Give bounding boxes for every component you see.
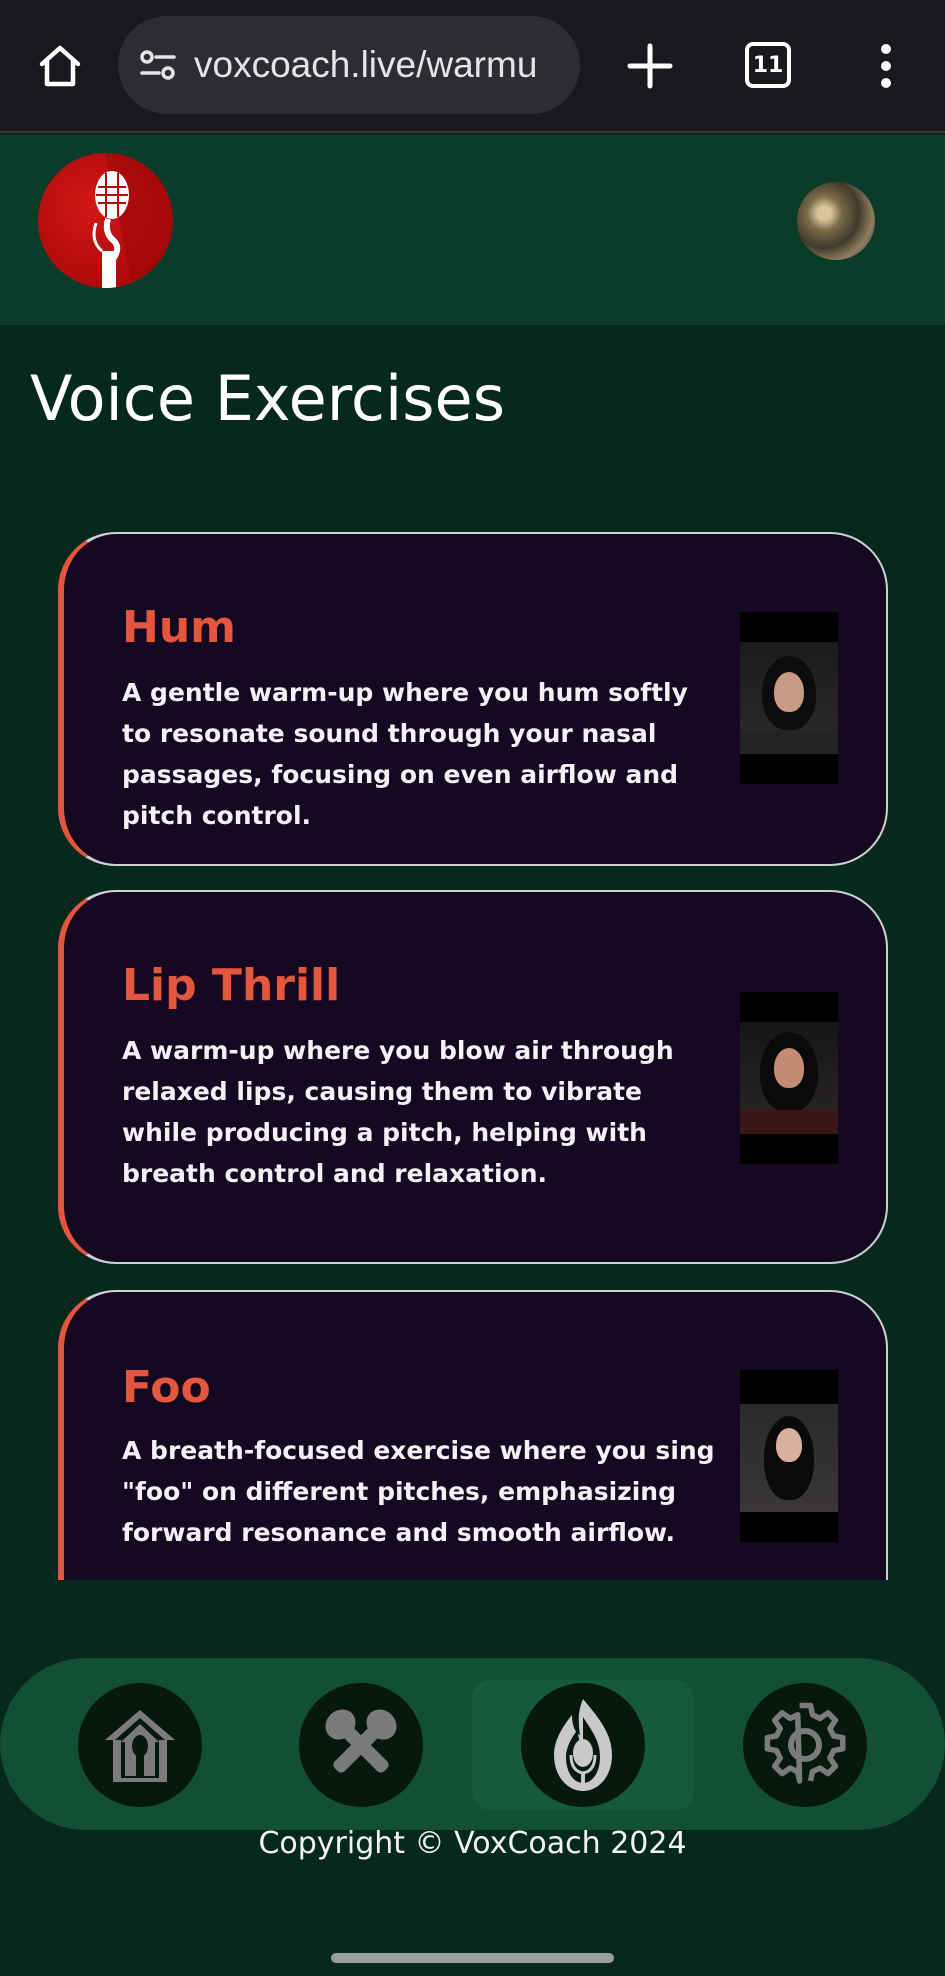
home-mic-icon (105, 1710, 175, 1782)
address-bar[interactable]: voxcoach.live/warmu (118, 16, 580, 114)
exercise-card-foo[interactable]: Foo A breath-focused exercise where you … (58, 1290, 888, 1580)
url-text[interactable]: voxcoach.live/warmu (194, 44, 537, 86)
app-header (0, 135, 945, 325)
exercise-video-thumbnail[interactable] (740, 992, 838, 1164)
microphone-logo-icon[interactable] (38, 153, 173, 288)
nav-settings-button[interactable] (743, 1683, 867, 1807)
exercise-video-thumbnail[interactable] (740, 1370, 838, 1542)
browser-toolbar: voxcoach.live/warmu 11 (0, 0, 945, 133)
exercise-title: Hum (122, 602, 236, 653)
exercise-description: A gentle warm-up where you hum softly to… (122, 678, 688, 830)
more-options-icon[interactable] (868, 36, 908, 96)
copyright-text: Copyright © VoxCoach 2024 (258, 1826, 687, 1861)
exercise-description: A warm-up where you blow air through rel… (122, 1036, 674, 1188)
nav-exercises-button[interactable] (299, 1683, 423, 1807)
tab-count: 11 (752, 52, 784, 78)
gear-icon (764, 1702, 846, 1784)
page-title: Voice Exercises (30, 362, 505, 435)
exercise-title: Lip Thrill (122, 960, 341, 1011)
site-settings-icon[interactable] (138, 45, 178, 85)
avatar[interactable] (795, 180, 877, 262)
nav-home-button[interactable] (78, 1683, 202, 1807)
tab-switcher-button[interactable]: 11 (745, 42, 791, 88)
exercise-title: Foo (122, 1362, 211, 1413)
flame-mic-icon (554, 1699, 612, 1791)
exercise-card-hum[interactable]: Hum A gentle warm-up where you hum softl… (58, 532, 888, 866)
nav-warmup-button[interactable] (521, 1683, 645, 1807)
exercise-card-lip-thrill[interactable]: Lip Thrill A warm-up where you blow air … (58, 890, 888, 1264)
bottom-navigation (0, 1658, 945, 1830)
exercise-list[interactable]: Hum A gentle warm-up where you hum softl… (0, 520, 945, 1580)
new-tab-icon[interactable] (620, 36, 680, 96)
gesture-navigation-bar[interactable] (331, 1953, 614, 1963)
crossed-mics-icon (325, 1709, 397, 1773)
home-icon[interactable] (30, 36, 90, 96)
exercise-video-thumbnail[interactable] (740, 612, 838, 784)
exercise-description: A breath-focused exercise where you sing… (122, 1436, 715, 1547)
